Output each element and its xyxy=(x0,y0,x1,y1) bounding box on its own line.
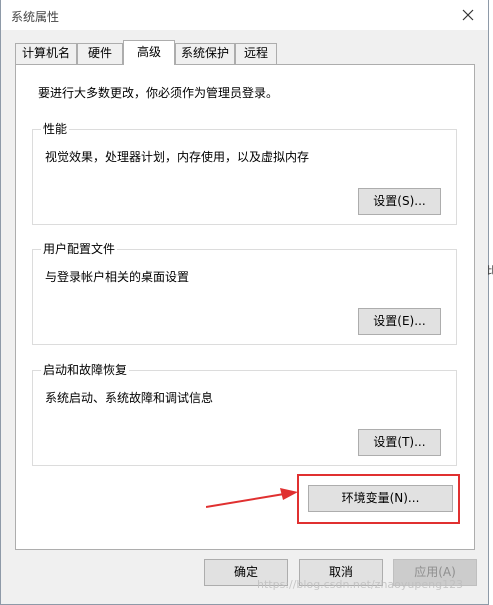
window-title: 系统属性 xyxy=(11,10,60,24)
title-bar[interactable]: 系统属性 xyxy=(1,0,488,30)
tab-computer-name[interactable]: 计算机名 xyxy=(15,43,77,64)
user-profiles-group-title: 用户配置文件 xyxy=(41,242,118,256)
tab-system-protection[interactable]: 系统保护 xyxy=(175,43,235,64)
startup-recovery-group-title: 启动和故障恢复 xyxy=(41,363,130,377)
system-properties-dialog: 系统属性 计算机名 硬件 高级 系统保护 远程 要进行大多数更改，你必须作为管理… xyxy=(0,0,489,605)
user-profiles-settings-button[interactable]: 设置(E)... xyxy=(358,308,441,335)
startup-recovery-group: 启动和故障恢复 系统启动、系统故障和调试信息 设置(T)... xyxy=(32,363,457,466)
performance-description: 视觉效果，处理器计划，内存使用，以及虚拟内存 xyxy=(45,150,310,164)
tab-advanced[interactable]: 高级 xyxy=(123,40,175,65)
user-profiles-description: 与登录帐户相关的桌面设置 xyxy=(45,270,190,284)
tab-hardware[interactable]: 硬件 xyxy=(77,43,123,64)
environment-variables-button[interactable]: 环境变量(N)... xyxy=(308,485,453,512)
background-window-char: 比 xyxy=(487,266,493,277)
performance-settings-button[interactable]: 设置(S)... xyxy=(358,188,441,215)
performance-group-title: 性能 xyxy=(41,122,70,136)
user-profiles-group: 用户配置文件 与登录帐户相关的桌面设置 设置(E)... xyxy=(32,242,457,345)
startup-recovery-settings-button[interactable]: 设置(T)... xyxy=(358,429,441,456)
background-window-edge xyxy=(489,0,493,605)
watermark: https://blog.csdn.net/zhaoyupeng123 xyxy=(257,578,464,591)
startup-recovery-description: 系统启动、系统故障和调试信息 xyxy=(45,391,214,405)
admin-notice: 要进行大多数更改，你必须作为管理员登录。 xyxy=(38,86,279,100)
advanced-tab-panel: 要进行大多数更改，你必须作为管理员登录。 性能 视觉效果，处理器计划，内存使用，… xyxy=(15,64,475,550)
tab-remote[interactable]: 远程 xyxy=(235,43,277,64)
performance-group: 性能 视觉效果，处理器计划，内存使用，以及虚拟内存 设置(S)... xyxy=(32,122,457,225)
close-button[interactable] xyxy=(454,4,482,26)
close-icon xyxy=(462,9,474,21)
red-arrow-annotation xyxy=(206,488,298,508)
